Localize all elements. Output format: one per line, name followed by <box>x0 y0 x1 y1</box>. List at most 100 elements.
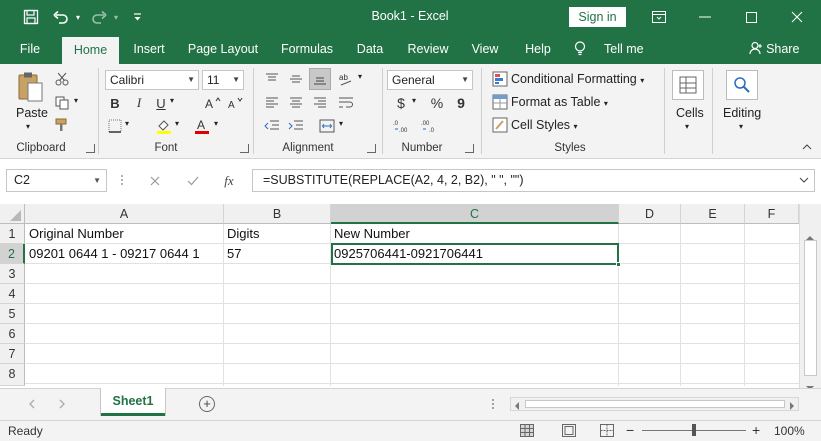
decrease-indent-icon[interactable] <box>262 117 282 135</box>
percent-button[interactable]: % <box>428 94 446 112</box>
formula-input[interactable]: =SUBSTITUTE(REPLACE(A2, 4, 2, B2), " ", … <box>252 169 815 192</box>
cell-a1[interactable]: Original Number <box>25 224 223 244</box>
cut-icon[interactable] <box>52 70 72 88</box>
page-break-view-icon[interactable] <box>600 424 614 440</box>
fill-color-icon[interactable] <box>154 117 174 135</box>
font-name-combo[interactable]: Calibri ▼ <box>105 70 199 90</box>
redo-icon[interactable] <box>88 6 110 28</box>
align-center-icon[interactable] <box>286 94 306 112</box>
undo-dropdown-icon[interactable]: ▾ <box>72 6 84 28</box>
font-size-combo[interactable]: 11 ▼ <box>202 70 244 90</box>
horizontal-scrollbar[interactable] <box>510 397 799 411</box>
sign-in-button[interactable]: Sign in <box>569 7 626 27</box>
share-button[interactable]: Share <box>744 34 804 64</box>
paste-icon[interactable] <box>14 70 46 104</box>
copy-dropdown-icon[interactable]: ▾ <box>74 96 78 105</box>
merge-dropdown-icon[interactable]: ▾ <box>339 119 343 128</box>
bold-button[interactable]: B <box>106 94 124 112</box>
save-icon[interactable] <box>18 6 44 28</box>
align-left-icon[interactable] <box>262 94 282 112</box>
vertical-scrollbar[interactable] <box>799 204 821 390</box>
orientation-icon[interactable]: ab <box>336 70 356 88</box>
confirm-entry-icon[interactable] <box>184 172 202 190</box>
zoom-slider-thumb[interactable] <box>692 424 696 436</box>
paste-label[interactable]: Paste <box>16 106 48 120</box>
customize-qat-icon[interactable] <box>130 6 144 28</box>
row-header-2[interactable]: 2 <box>0 244 25 264</box>
maximize-icon[interactable] <box>728 0 774 34</box>
increase-decimal-icon[interactable]: .0.00 <box>392 117 412 135</box>
zoom-in-button[interactable]: + <box>752 422 760 438</box>
tab-file[interactable]: File <box>10 34 50 64</box>
tab-help[interactable]: Help <box>516 34 560 64</box>
decrease-font-size-icon[interactable]: A <box>226 94 246 112</box>
scroll-right-icon[interactable] <box>789 400 795 414</box>
merge-center-icon[interactable] <box>317 117 337 135</box>
expand-formula-bar-icon[interactable] <box>799 170 809 191</box>
fill-color-dropdown-icon[interactable]: ▾ <box>175 119 179 128</box>
fill-handle[interactable] <box>616 262 621 267</box>
clipboard-launcher-icon[interactable] <box>86 144 95 153</box>
zoom-level[interactable]: 100% <box>774 424 805 438</box>
currency-button[interactable]: $ <box>392 94 410 112</box>
editing-button[interactable]: Editing <box>723 106 761 120</box>
tab-split-handle[interactable] <box>490 396 496 412</box>
tab-view[interactable]: View <box>464 34 506 64</box>
increase-font-size-icon[interactable]: A <box>203 94 223 112</box>
font-color-icon[interactable]: A <box>192 117 212 135</box>
tab-data[interactable]: Data <box>348 34 392 64</box>
cells-button[interactable]: Cells <box>676 106 704 120</box>
normal-view-icon[interactable] <box>520 424 534 440</box>
format-painter-icon[interactable] <box>52 116 72 134</box>
comma-style-button[interactable]: 9 <box>452 94 470 112</box>
close-icon[interactable] <box>774 0 820 34</box>
zoom-out-button[interactable]: − <box>626 422 634 438</box>
cell-a2[interactable]: 09201 0644 1 - 09217 0644 1 <box>25 244 223 264</box>
orientation-dropdown-icon[interactable]: ▾ <box>358 72 362 81</box>
collapse-ribbon-icon[interactable] <box>800 140 814 154</box>
alignment-launcher-icon[interactable] <box>367 144 376 153</box>
conditional-formatting-button[interactable]: Conditional Formatting ▾ <box>511 72 644 86</box>
currency-dropdown-icon[interactable]: ▾ <box>412 96 416 105</box>
tab-page-layout[interactable]: Page Layout <box>182 34 264 64</box>
number-format-combo[interactable]: General ▼ <box>387 70 473 90</box>
format-as-table-icon[interactable] <box>491 93 509 111</box>
row-header-3[interactable]: 3 <box>0 264 25 284</box>
find-icon[interactable] <box>726 70 758 100</box>
ribbon-display-options-icon[interactable] <box>636 0 682 34</box>
column-header-d[interactable]: D <box>619 204 681 224</box>
copy-icon[interactable] <box>52 94 72 112</box>
name-box[interactable]: C2 ▼ <box>6 169 107 192</box>
align-bottom-icon[interactable] <box>309 68 331 90</box>
cell-styles-button[interactable]: Cell Styles ▾ <box>511 118 578 132</box>
align-right-icon[interactable] <box>310 94 330 112</box>
column-header-a[interactable]: A <box>25 204 224 224</box>
cancel-entry-icon[interactable] <box>146 172 164 190</box>
tab-formulas[interactable]: Formulas <box>274 34 340 64</box>
align-middle-icon[interactable] <box>286 70 306 88</box>
row-header-4[interactable]: 4 <box>0 284 25 304</box>
decrease-decimal-icon[interactable]: .00.0 <box>420 117 440 135</box>
select-all-corner[interactable] <box>0 204 25 224</box>
cell-styles-icon[interactable] <box>491 116 509 134</box>
row-header-6[interactable]: 6 <box>0 324 25 344</box>
row-header-8[interactable]: 8 <box>0 364 25 386</box>
paste-dropdown-icon[interactable]: ▾ <box>26 122 30 131</box>
align-top-icon[interactable] <box>262 70 282 88</box>
insert-function-button[interactable]: fx <box>218 172 240 190</box>
cells-dropdown-icon[interactable]: ▾ <box>685 122 689 131</box>
sheet-tab-sheet1[interactable]: Sheet1 <box>101 388 165 416</box>
minimize-icon[interactable] <box>682 0 728 34</box>
row-header-5[interactable]: 5 <box>0 304 25 324</box>
column-header-c[interactable]: C <box>331 204 619 224</box>
tab-review[interactable]: Review <box>400 34 456 64</box>
tell-me-search[interactable]: Tell me <box>574 34 650 64</box>
conditional-formatting-icon[interactable] <box>491 70 509 88</box>
cells-icon[interactable] <box>672 70 704 100</box>
page-layout-view-icon[interactable] <box>562 424 576 440</box>
format-as-table-button[interactable]: Format as Table ▾ <box>511 95 608 109</box>
underline-dropdown-icon[interactable]: ▾ <box>170 96 174 105</box>
scroll-left-icon[interactable] <box>514 400 520 414</box>
column-header-e[interactable]: E <box>681 204 745 224</box>
next-sheet-icon[interactable] <box>58 398 66 412</box>
